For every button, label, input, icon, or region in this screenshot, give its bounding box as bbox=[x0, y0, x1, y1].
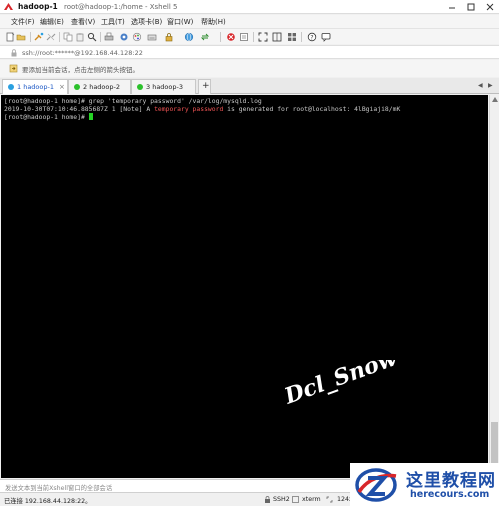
toolbar-separator bbox=[59, 32, 60, 42]
tile-icon[interactable] bbox=[287, 32, 297, 42]
new-tab-button[interactable]: + bbox=[198, 79, 211, 94]
plus-icon: + bbox=[202, 81, 210, 91]
session-tab-bar: 1 hadoop-1 × 2 hadoop-2 3 hadoop-3 + ◀ ▶ bbox=[0, 78, 499, 94]
site-logo: 这里教程网 herecours.com bbox=[350, 463, 499, 506]
tab-hadoop-3[interactable]: 3 hadoop-3 bbox=[131, 79, 196, 94]
terminal-text: is generated for root@localhost: 4lBgiaj… bbox=[223, 105, 401, 113]
new-session-icon[interactable] bbox=[5, 32, 15, 42]
menu-view[interactable]: 查看(V) bbox=[71, 17, 95, 27]
transfer-icon[interactable] bbox=[200, 32, 210, 42]
window-subtitle: root@hadoop-1:/home - Xshell 5 bbox=[64, 2, 178, 11]
connection-status: 已连接 192.168.44.128:22。 bbox=[4, 498, 92, 505]
tab-hadoop-1[interactable]: 1 hadoop-1 × bbox=[2, 79, 68, 94]
terminal-scrollbar[interactable] bbox=[489, 95, 499, 478]
terminal-type-icon bbox=[292, 496, 299, 503]
logo-url: herecours.com bbox=[410, 489, 490, 500]
compose-input[interactable]: 发送文本到当前Xshell窗口的全部会话 bbox=[5, 483, 112, 492]
tab-label: 1 hadoop-1 bbox=[17, 83, 54, 91]
connection-status-dot bbox=[8, 84, 14, 90]
menu-file[interactable]: 文件(F) bbox=[11, 17, 35, 27]
connection-status-dot bbox=[74, 84, 80, 90]
terminal-line: [root@hadoop-1 home]# grep 'temporary pa… bbox=[4, 97, 262, 105]
toolbar-separator bbox=[100, 32, 101, 42]
properties-icon[interactable] bbox=[119, 32, 129, 42]
menu-window[interactable]: 窗口(W) bbox=[167, 17, 193, 27]
tab-hadoop-2[interactable]: 2 hadoop-2 bbox=[68, 79, 131, 94]
author-watermark: Dcl_Snow bbox=[282, 360, 401, 410]
terminal-type-label: xterm bbox=[302, 496, 321, 503]
toolbar-separator bbox=[301, 32, 302, 42]
highlighted-match: temporary password bbox=[154, 105, 224, 113]
watermark-text: Dcl_Snow bbox=[282, 360, 401, 410]
menu-tools[interactable]: 工具(T) bbox=[101, 17, 125, 27]
xftp-icon[interactable] bbox=[226, 32, 236, 42]
menu-bar: 文件(F) 编辑(E) 查看(V) 工具(T) 选项卡(B) 窗口(W) 帮助(… bbox=[0, 15, 499, 28]
session-arrow-icon[interactable] bbox=[9, 64, 18, 73]
toolbar: ? bbox=[0, 28, 499, 44]
toolbar-separator bbox=[253, 32, 254, 42]
svg-text:?: ? bbox=[310, 34, 313, 41]
help-icon[interactable]: ? bbox=[307, 32, 317, 42]
terminal-prompt-line: [root@hadoop-1 home]# bbox=[4, 113, 485, 121]
fullscreen-icon[interactable] bbox=[258, 32, 268, 42]
protocol-label: SSH2 bbox=[273, 496, 290, 503]
find-icon[interactable] bbox=[87, 32, 97, 42]
layout-icon[interactable] bbox=[272, 32, 282, 42]
terminal-output[interactable]: [root@hadoop-1 home]# grep 'temporary pa… bbox=[1, 95, 488, 478]
script-icon[interactable] bbox=[239, 32, 249, 42]
menu-edit[interactable]: 编辑(E) bbox=[40, 17, 64, 27]
resize-icon bbox=[326, 496, 333, 503]
tab-scroll-right-icon[interactable]: ▶ bbox=[488, 82, 493, 89]
tab-scroll-left-icon[interactable]: ◀ bbox=[478, 82, 483, 89]
address-bar[interactable]: ssh://root:******@192.168.44.128:22 bbox=[0, 45, 499, 59]
close-icon[interactable] bbox=[485, 2, 495, 12]
toolbar-separator bbox=[220, 32, 221, 42]
disconnect-icon[interactable] bbox=[46, 32, 56, 42]
session-hint-bar: 要添加当前会话，点击左侧的箭头按钮。 bbox=[0, 60, 499, 77]
maximize-icon[interactable] bbox=[466, 2, 476, 12]
scroll-up-icon[interactable] bbox=[492, 97, 498, 102]
copy-icon[interactable] bbox=[63, 32, 73, 42]
terminal-line: 2019-10-30T07:10:46.885687Z 1 [Note] A t… bbox=[4, 105, 485, 113]
connection-status-dot bbox=[137, 84, 143, 90]
title-bar: hadoop-1 root@hadoop-1:/home - Xshell 5 bbox=[0, 0, 499, 14]
tab-label: 3 hadoop-3 bbox=[146, 83, 183, 91]
address-input[interactable]: ssh://root:******@192.168.44.128:22 bbox=[22, 49, 143, 57]
chat-icon[interactable] bbox=[321, 32, 331, 42]
toolbar-separator bbox=[30, 32, 31, 42]
globe-icon[interactable] bbox=[184, 32, 194, 42]
terminal-prompt: [root@hadoop-1 home]# bbox=[4, 113, 89, 121]
tab-close-icon[interactable]: × bbox=[59, 83, 65, 91]
xshell-app-icon[interactable] bbox=[4, 3, 13, 11]
keyboard-icon[interactable] bbox=[147, 32, 157, 42]
scrollbar-thumb[interactable] bbox=[491, 422, 498, 467]
print-icon[interactable] bbox=[104, 32, 114, 42]
session-hint-text: 要添加当前会话，点击左侧的箭头按钮。 bbox=[22, 66, 139, 74]
logo-mark-icon bbox=[355, 468, 397, 502]
terminal-cursor bbox=[88, 113, 93, 120]
paste-icon[interactable] bbox=[75, 32, 85, 42]
tab-label: 2 hadoop-2 bbox=[83, 83, 120, 91]
terminal-text: 2019-10-30T07:10:46.885687Z 1 [Note] A bbox=[4, 105, 155, 113]
connect-icon[interactable] bbox=[34, 32, 44, 42]
menu-tabs[interactable]: 选项卡(B) bbox=[131, 17, 162, 27]
lock-icon bbox=[11, 49, 17, 57]
menu-help[interactable]: 帮助(H) bbox=[201, 17, 226, 27]
open-folder-icon[interactable] bbox=[16, 32, 26, 42]
lock-icon[interactable] bbox=[164, 32, 174, 42]
lock-icon bbox=[265, 496, 270, 503]
color-scheme-icon[interactable] bbox=[132, 32, 142, 42]
window-title: hadoop-1 bbox=[18, 2, 58, 11]
logo-name: 这里教程网 bbox=[406, 471, 496, 491]
minimize-icon[interactable] bbox=[447, 2, 457, 12]
